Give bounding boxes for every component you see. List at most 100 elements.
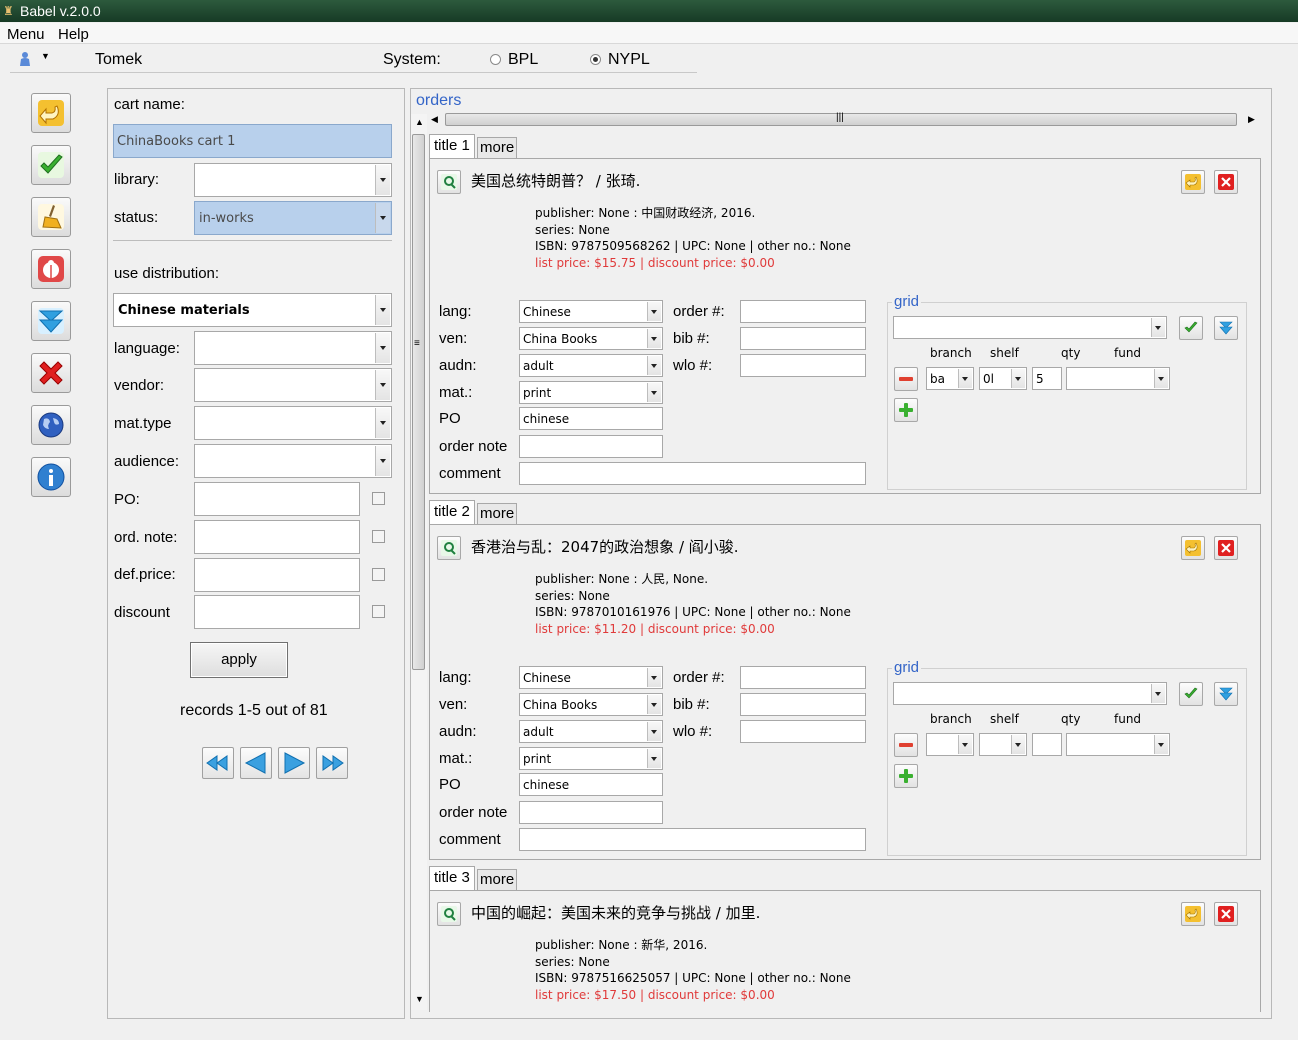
remove-title-button[interactable] — [1214, 902, 1238, 926]
chevron-down-icon — [647, 668, 661, 687]
vertical-scroll-thumb[interactable] — [412, 134, 425, 670]
audn-select[interactable]: adult — [519, 720, 663, 743]
remove-grid-row-button[interactable] — [894, 733, 918, 757]
wlo-no-input[interactable] — [740, 720, 866, 743]
po-checkbox[interactable] — [372, 492, 385, 505]
vertical-scrollbar[interactable]: ▲ ≡ ▼ — [411, 114, 427, 1010]
mattype-select[interactable] — [194, 406, 392, 440]
ordnote-input[interactable] — [194, 520, 360, 554]
prev-page-button[interactable] — [240, 747, 272, 779]
grid-qty-input[interactable]: 5 — [1032, 367, 1062, 390]
series-text: series: None — [535, 588, 610, 603]
approve-button[interactable] — [31, 145, 71, 185]
grid-select[interactable] — [893, 682, 1167, 705]
grid-col-qty: qty — [1061, 346, 1081, 360]
next-page-button[interactable] — [278, 747, 310, 779]
delete-button[interactable] — [31, 353, 71, 393]
info-button[interactable] — [31, 457, 71, 497]
undo-button[interactable] — [1181, 536, 1205, 560]
mat-select[interactable]: print — [519, 747, 663, 770]
mat-select[interactable]: print — [519, 381, 663, 404]
user-dropdown[interactable]: ▼ — [18, 50, 50, 68]
back-button[interactable] — [31, 93, 71, 133]
order-note-input[interactable] — [519, 801, 663, 824]
tab-more[interactable]: more — [477, 503, 518, 524]
download-icon — [1219, 321, 1233, 335]
audience-select[interactable] — [194, 444, 392, 478]
undo-button[interactable] — [1181, 170, 1205, 194]
grid-fund-select[interactable] — [1066, 367, 1170, 390]
menu-item-help[interactable]: Help — [58, 26, 89, 43]
bib-no-input[interactable] — [740, 327, 866, 350]
search-record-button[interactable] — [437, 170, 461, 194]
cart-name-input[interactable]: ChinaBooks cart 1 — [113, 124, 392, 158]
price-text: list price: $17.50 | discount price: $0.… — [535, 987, 775, 1002]
ven-select[interactable]: China Books — [519, 327, 663, 350]
po-input[interactable] — [194, 482, 360, 516]
ven-select[interactable]: China Books — [519, 693, 663, 716]
add-grid-row-button[interactable] — [894, 764, 918, 788]
download-button[interactable] — [31, 301, 71, 341]
lang-select[interactable]: Chinese — [519, 666, 663, 689]
remove-title-button[interactable] — [1214, 170, 1238, 194]
grid-branch-select[interactable]: ba — [926, 367, 974, 390]
tab-title[interactable]: title 1 — [429, 134, 475, 158]
bib-no-input[interactable] — [740, 693, 866, 716]
po-input[interactable]: chinese — [519, 773, 663, 796]
grid-qty-input[interactable] — [1032, 733, 1062, 756]
last-page-button[interactable] — [316, 747, 348, 779]
vendor-select[interactable] — [194, 368, 392, 402]
undo-button[interactable] — [1181, 902, 1205, 926]
distribution-select[interactable]: Chinese materials — [113, 293, 392, 327]
apply-button[interactable]: apply — [190, 642, 288, 678]
grid-shelf-select[interactable]: 0l — [979, 367, 1027, 390]
status-select[interactable]: in-works — [194, 201, 392, 235]
radio-bpl[interactable] — [490, 54, 501, 65]
tab-title[interactable]: title 2 — [429, 500, 475, 524]
order-no-input[interactable] — [740, 300, 866, 323]
search-icon — [441, 174, 457, 190]
order-no-input[interactable] — [740, 666, 866, 689]
menu-item-menu[interactable]: Menu — [7, 26, 45, 43]
clean-button[interactable] — [31, 197, 71, 237]
tab-title[interactable]: title 3 — [429, 866, 475, 890]
search-record-button[interactable] — [437, 536, 461, 560]
ven-value: China Books — [523, 698, 598, 712]
order-note-input[interactable] — [519, 435, 663, 458]
mat-value: print — [523, 386, 552, 400]
grid-fund-select[interactable] — [1066, 733, 1170, 756]
wlo-no-input[interactable] — [740, 354, 866, 377]
grid-select[interactable] — [893, 316, 1167, 339]
grid-download-button[interactable] — [1214, 316, 1238, 340]
ordnote-checkbox[interactable] — [372, 530, 385, 543]
comment-input[interactable] — [519, 462, 866, 485]
discount-checkbox[interactable] — [372, 605, 385, 618]
toolbar-divider — [10, 72, 697, 73]
tab-more[interactable]: more — [477, 869, 518, 890]
po-input[interactable]: chinese — [519, 407, 663, 430]
search-record-button[interactable] — [437, 902, 461, 926]
po-value: chinese — [523, 412, 570, 426]
bug-button[interactable] — [31, 249, 71, 289]
tab-more[interactable]: more — [477, 137, 518, 158]
comment-input[interactable] — [519, 828, 866, 851]
radio-nypl[interactable] — [590, 54, 601, 65]
language-select[interactable] — [194, 331, 392, 365]
remove-title-button[interactable] — [1214, 536, 1238, 560]
horizontal-scrollbar[interactable]: ◀ ||| ▶ — [428, 112, 1258, 128]
grid-shelf-select[interactable] — [979, 733, 1027, 756]
grid-download-button[interactable] — [1214, 682, 1238, 706]
discount-input[interactable] — [194, 595, 360, 629]
first-page-button[interactable] — [202, 747, 234, 779]
grid-branch-select[interactable] — [926, 733, 974, 756]
defprice-input[interactable] — [194, 558, 360, 592]
library-select[interactable] — [194, 163, 392, 197]
globe-button[interactable] — [31, 405, 71, 445]
add-grid-row-button[interactable] — [894, 398, 918, 422]
grid-apply-button[interactable] — [1179, 682, 1203, 706]
lang-select[interactable]: Chinese — [519, 300, 663, 323]
defprice-checkbox[interactable] — [372, 568, 385, 581]
grid-apply-button[interactable] — [1179, 316, 1203, 340]
remove-grid-row-button[interactable] — [894, 367, 918, 391]
audn-select[interactable]: adult — [519, 354, 663, 377]
